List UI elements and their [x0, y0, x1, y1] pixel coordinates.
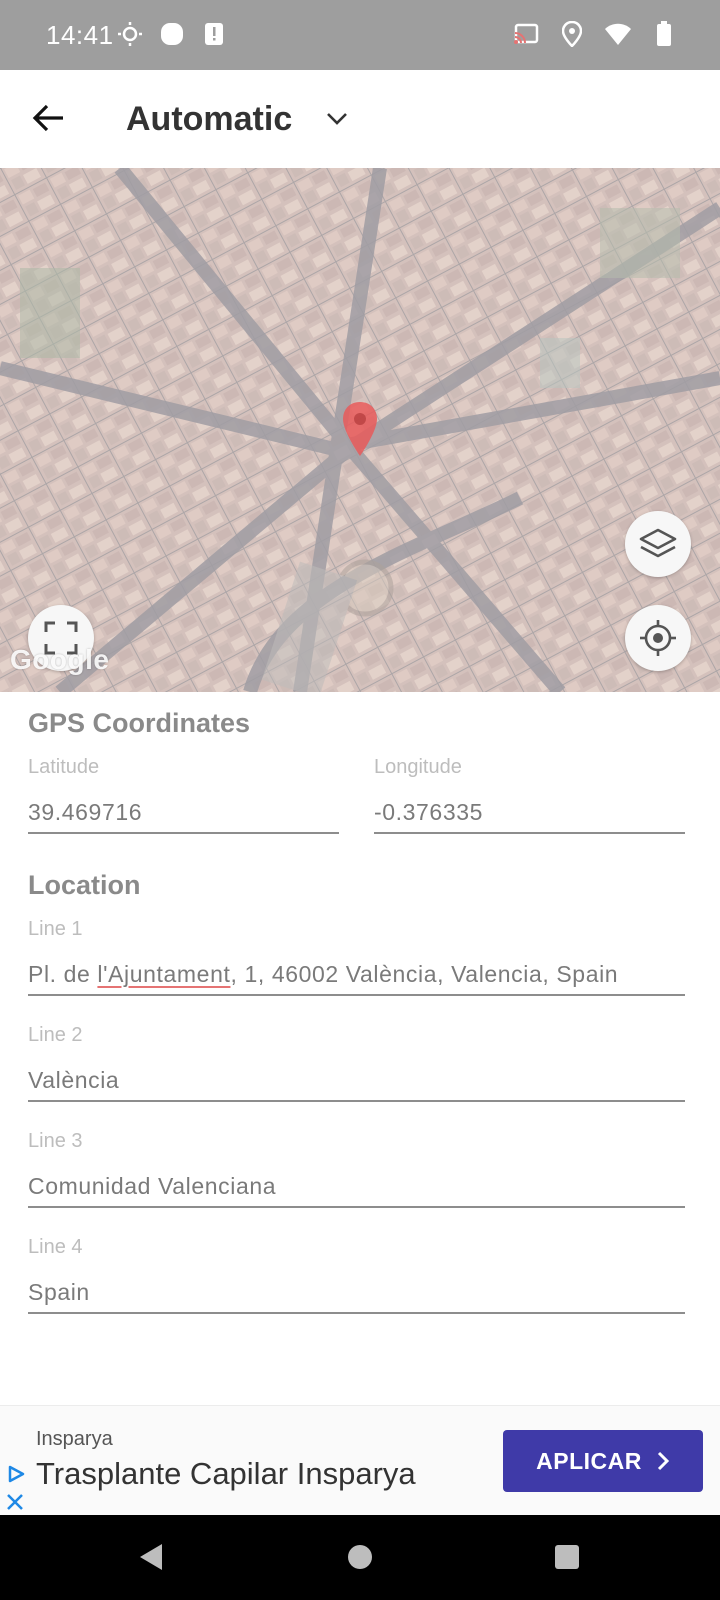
arrow-left-icon: [32, 104, 63, 132]
line3-group: Line 3 Comunidad Valenciana: [28, 1130, 685, 1208]
line4-group: Line 4 Spain: [28, 1236, 685, 1314]
wifi-icon: [604, 20, 632, 48]
chevron-right-icon: [657, 1451, 669, 1471]
longitude-field[interactable]: -0.376335: [374, 799, 685, 834]
status-bar: 14:41: [0, 0, 720, 70]
system-nav-bar: [0, 1515, 720, 1600]
mode-label: Automatic: [126, 99, 293, 138]
my-location-icon: [640, 620, 676, 656]
ad-advertiser: Insparya: [36, 1428, 113, 1450]
location-marker-icon[interactable]: [340, 400, 380, 458]
cast-icon: [512, 20, 540, 48]
status-left-icons: [116, 20, 228, 48]
nav-back-button[interactable]: [131, 1537, 171, 1577]
latitude-label: Latitude: [28, 756, 100, 778]
ad-cta-label: APLICAR: [536, 1447, 642, 1474]
alert-notification-icon: [200, 20, 228, 48]
line1-prefix: Pl. de: [28, 961, 98, 987]
longitude-label: Longitude: [374, 756, 462, 778]
status-right-icons: [512, 20, 678, 48]
longitude-group: Longitude -0.376335: [374, 756, 685, 834]
map-view[interactable]: Google: [0, 168, 720, 692]
line2-label: Line 2: [28, 1024, 83, 1046]
app-bar: Automatic: [0, 70, 720, 168]
line1-group: Line 1 Pl. de l'Ajuntament, 1, 46002 Val…: [28, 918, 685, 996]
nav-home-button[interactable]: [340, 1537, 380, 1577]
back-triangle-icon: [140, 1544, 162, 1570]
ad-headline[interactable]: Trasplante Capilar Insparya: [36, 1456, 416, 1492]
line4-field[interactable]: Spain: [28, 1279, 685, 1314]
location-section-title: Location: [28, 870, 141, 900]
line1-spellcheck-word: l'Ajuntament: [97, 961, 231, 987]
nav-recents-button[interactable]: [547, 1537, 587, 1577]
google-attribution: Google: [10, 644, 110, 675]
chevron-down-icon: [327, 113, 348, 125]
battery-icon: [650, 20, 678, 48]
gps-section-title: GPS Coordinates: [28, 708, 251, 738]
line1-suffix: , 1, 46002 València, Valencia, Spain: [230, 961, 619, 987]
brightness-icon: [116, 20, 144, 48]
mode-dropdown[interactable]: Automatic: [126, 94, 348, 144]
line3-field[interactable]: Comunidad Valenciana: [28, 1173, 685, 1208]
line2-field[interactable]: València: [28, 1067, 685, 1102]
latitude-field[interactable]: 39.469716: [28, 799, 339, 834]
ad-choices-icon[interactable]: [6, 1464, 26, 1489]
line4-label: Line 4: [28, 1236, 83, 1258]
circle-notification-icon: [158, 20, 186, 48]
ad-banner[interactable]: Insparya Trasplante Capilar Insparya APL…: [0, 1405, 720, 1515]
my-location-button[interactable]: [625, 605, 691, 671]
ad-cta-button[interactable]: APLICAR: [503, 1430, 703, 1492]
latitude-group: Latitude 39.469716: [28, 756, 339, 834]
home-circle-icon: [348, 1545, 372, 1569]
back-button[interactable]: [22, 92, 74, 144]
line1-field[interactable]: Pl. de l'Ajuntament, 1, 46002 València, …: [28, 961, 685, 996]
line2-group: Line 2 València: [28, 1024, 685, 1102]
recents-square-icon: [555, 1545, 579, 1569]
status-time: 14:41: [46, 20, 114, 50]
line1-label: Line 1: [28, 918, 83, 940]
layers-icon: [639, 528, 677, 558]
location-icon: [558, 20, 586, 48]
line3-label: Line 3: [28, 1130, 83, 1152]
ad-close-icon[interactable]: [6, 1493, 24, 1516]
layers-button[interactable]: [625, 511, 691, 577]
